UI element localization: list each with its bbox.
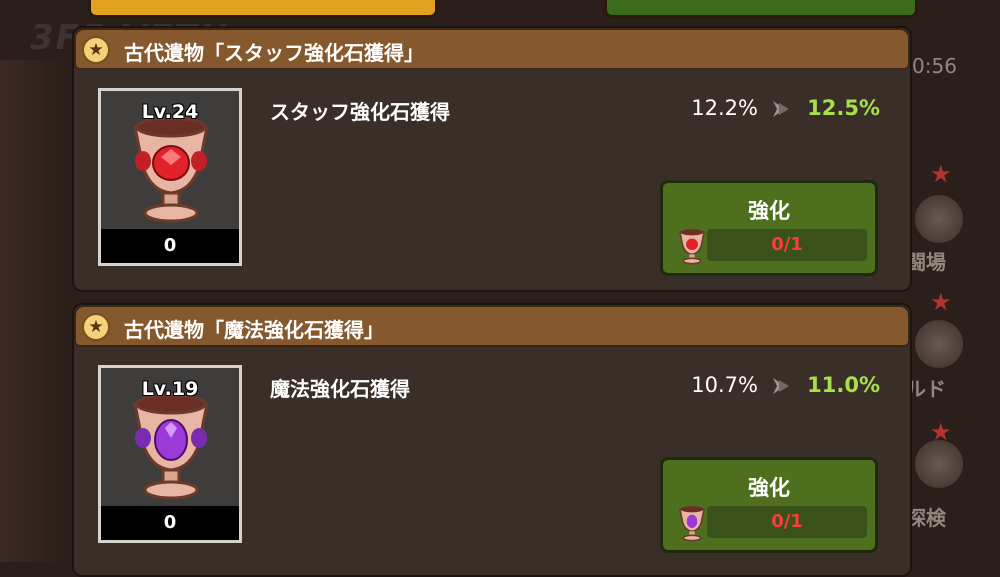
relic-effect-name: スタッフ強化石獲得 xyxy=(270,100,450,124)
guild-menu-icon[interactable] xyxy=(915,320,963,368)
current-value: 10.7% xyxy=(691,373,758,397)
cost-bar: 0/1 xyxy=(707,506,867,538)
top-right-green-button[interactable] xyxy=(604,0,918,18)
relic-item-frame[interactable]: Lv.24 0 xyxy=(98,88,242,266)
top-left-yellow-button[interactable] xyxy=(88,0,438,18)
arena-menu-icon[interactable] xyxy=(915,195,963,243)
relic-panel: ★ 古代遺物「スタッフ強化石獲得」 Lv.24 0 スタッフ強化石獲得 12.2… xyxy=(72,26,912,292)
red-gem-chalice-icon xyxy=(133,116,209,223)
purple-gem-chalice-icon xyxy=(679,506,705,542)
next-value: 11.0% xyxy=(807,373,880,397)
red-gem-chalice-icon xyxy=(679,229,705,265)
arrow-right-icon xyxy=(773,378,789,394)
side-label-arena[interactable]: 闘場 xyxy=(906,246,946,275)
relic-effect-name: 魔法強化石獲得 xyxy=(270,377,410,401)
relic-item-frame[interactable]: Lv.19 0 xyxy=(98,365,242,543)
notification-star-icon: ★ xyxy=(930,160,952,188)
upgrade-label: 強化 xyxy=(748,199,790,223)
notification-star-icon: ★ xyxy=(930,418,952,446)
relic-title: 古代遺物「スタッフ強化石獲得」 xyxy=(124,41,424,65)
next-value: 12.5% xyxy=(807,96,880,120)
upgrade-label: 強化 xyxy=(748,476,790,500)
explore-menu-icon[interactable] xyxy=(915,440,963,488)
star-icon: ★ xyxy=(82,36,110,64)
relic-count: 0 xyxy=(101,506,239,540)
side-label-explore[interactable]: 探検 xyxy=(906,502,946,531)
side-label-guild[interactable]: ルド xyxy=(906,373,946,402)
relic-count: 0 xyxy=(101,229,239,263)
relic-level: Lv.24 xyxy=(141,101,199,123)
cost-text: 0/1 xyxy=(771,234,803,255)
notification-star-icon: ★ xyxy=(930,288,952,316)
cost-bar: 0/1 xyxy=(707,229,867,261)
purple-gem-chalice-icon xyxy=(133,393,209,500)
arrow-right-icon xyxy=(773,101,789,117)
relic-panel-header: ★ 古代遺物「スタッフ強化石獲得」 xyxy=(74,28,910,70)
relic-panel: ★ 古代遺物「魔法強化石獲得」 Lv.19 0 魔法強化石獲得 10.7% 11… xyxy=(72,303,912,577)
cost-text: 0/1 xyxy=(771,511,803,532)
upgrade-button[interactable]: 強化 0/1 xyxy=(660,180,878,276)
relic-level: Lv.19 xyxy=(141,378,199,400)
relic-panel-header: ★ 古代遺物「魔法強化石獲得」 xyxy=(74,305,910,347)
upgrade-button[interactable]: 強化 0/1 xyxy=(660,457,878,553)
star-icon: ★ xyxy=(82,313,110,341)
background-left-shade xyxy=(0,60,70,562)
current-value: 12.2% xyxy=(691,96,758,120)
side-timer: 0:56 xyxy=(912,54,957,78)
relic-title: 古代遺物「魔法強化石獲得」 xyxy=(124,318,384,342)
